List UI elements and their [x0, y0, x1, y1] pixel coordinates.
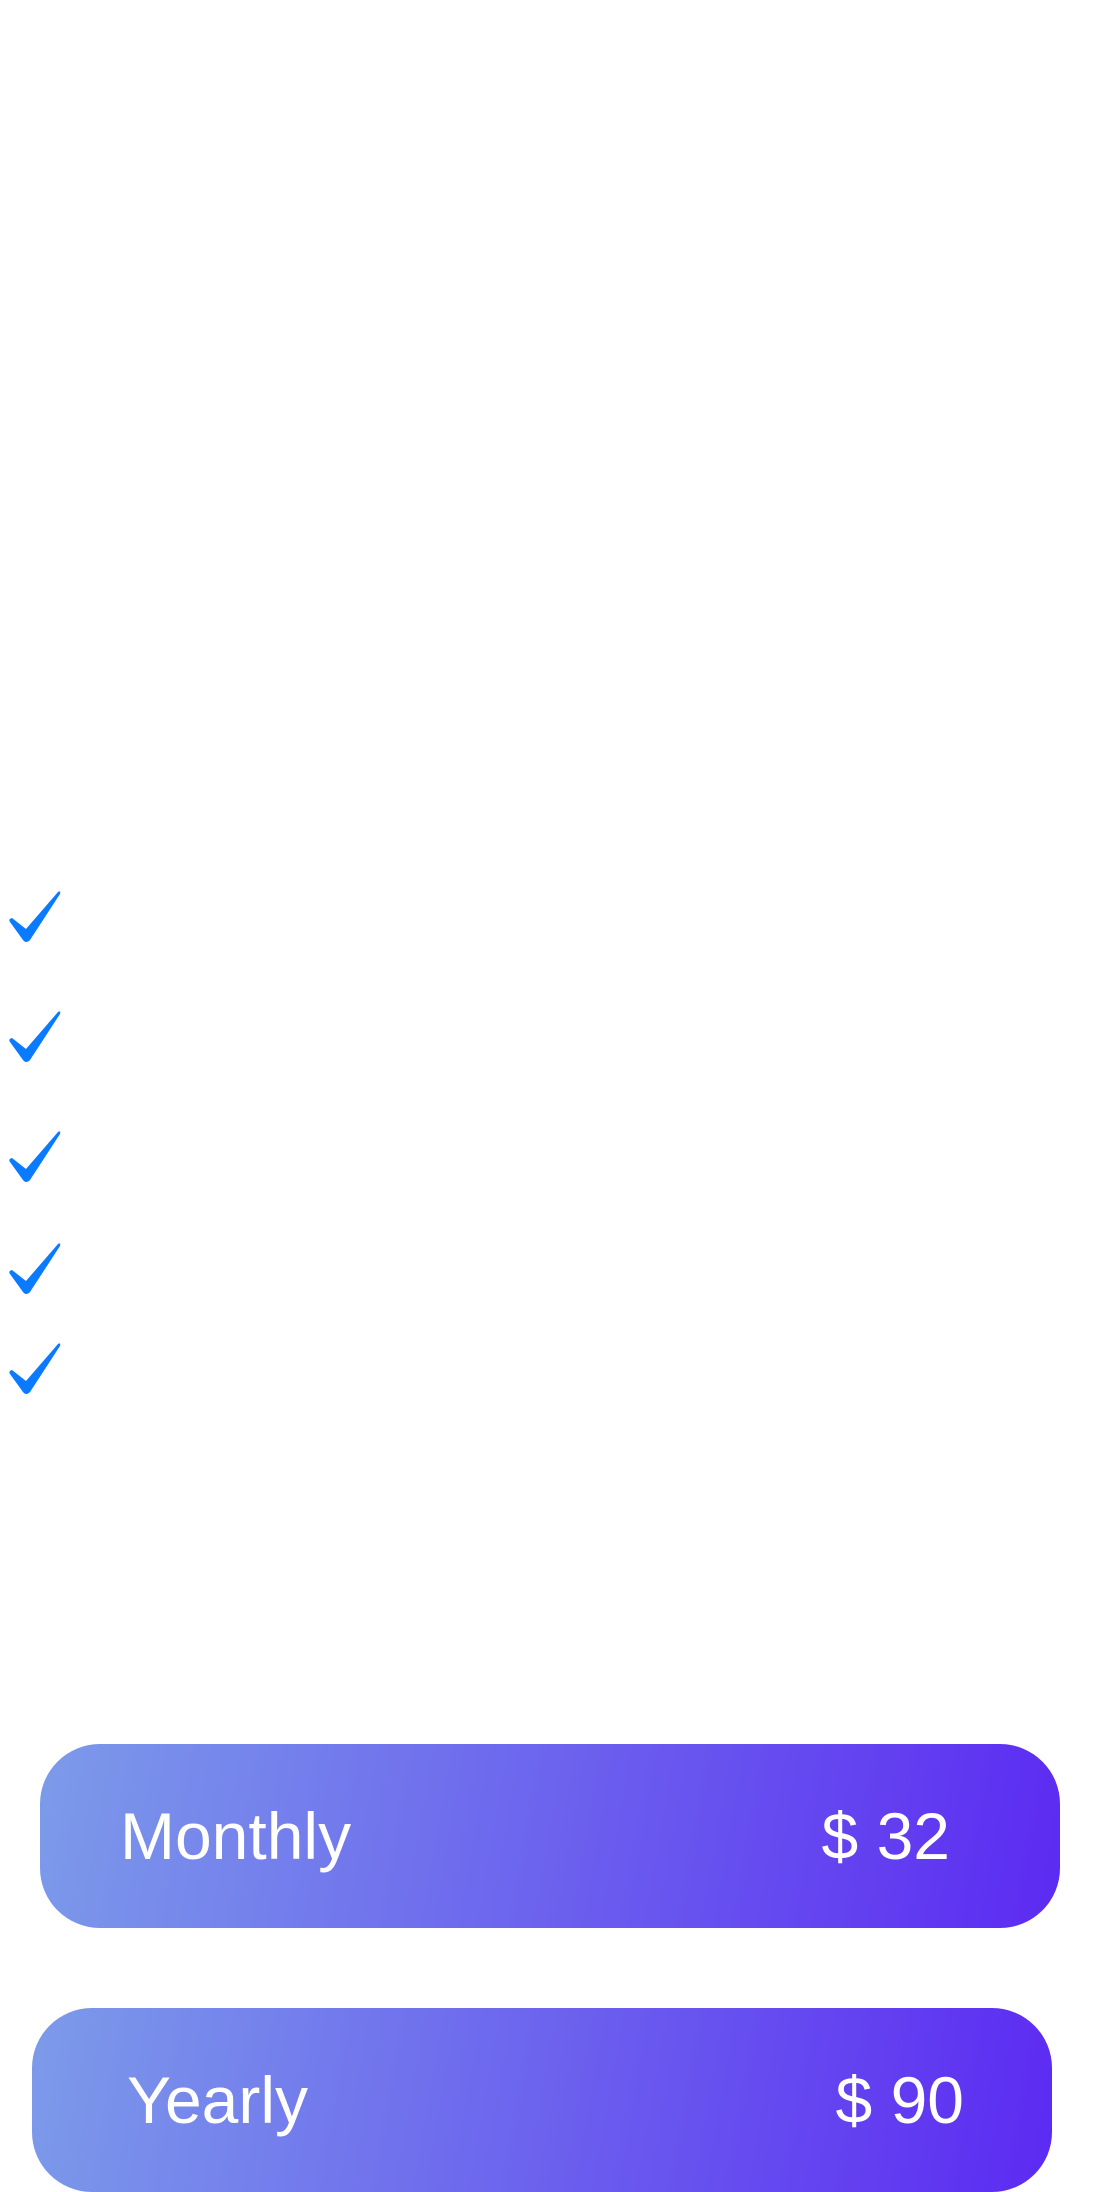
feature-list	[0, 0, 1112, 1450]
feature-item	[0, 1240, 1112, 1300]
feature-item	[0, 888, 1112, 948]
plan-price: $ 32	[821, 1799, 950, 1873]
plan-name: Yearly	[127, 2063, 309, 2137]
plan-price: $ 90	[835, 2063, 964, 2137]
checkmark-icon	[6, 1240, 62, 1296]
yearly-plan-button[interactable]: Yearly $ 90	[32, 2008, 1052, 2192]
monthly-plan-button[interactable]: Monthly $ 32	[40, 1744, 1060, 1928]
subscription-screen: { "features": { "check_icon": "checkmark…	[0, 0, 1112, 2192]
checkmark-icon	[6, 1340, 62, 1396]
feature-item	[0, 1008, 1112, 1068]
feature-item	[0, 1128, 1112, 1188]
plan-name: Monthly	[120, 1799, 352, 1873]
checkmark-icon	[6, 1008, 62, 1064]
checkmark-icon	[6, 888, 62, 944]
feature-item	[0, 1340, 1112, 1400]
checkmark-icon	[6, 1128, 62, 1184]
